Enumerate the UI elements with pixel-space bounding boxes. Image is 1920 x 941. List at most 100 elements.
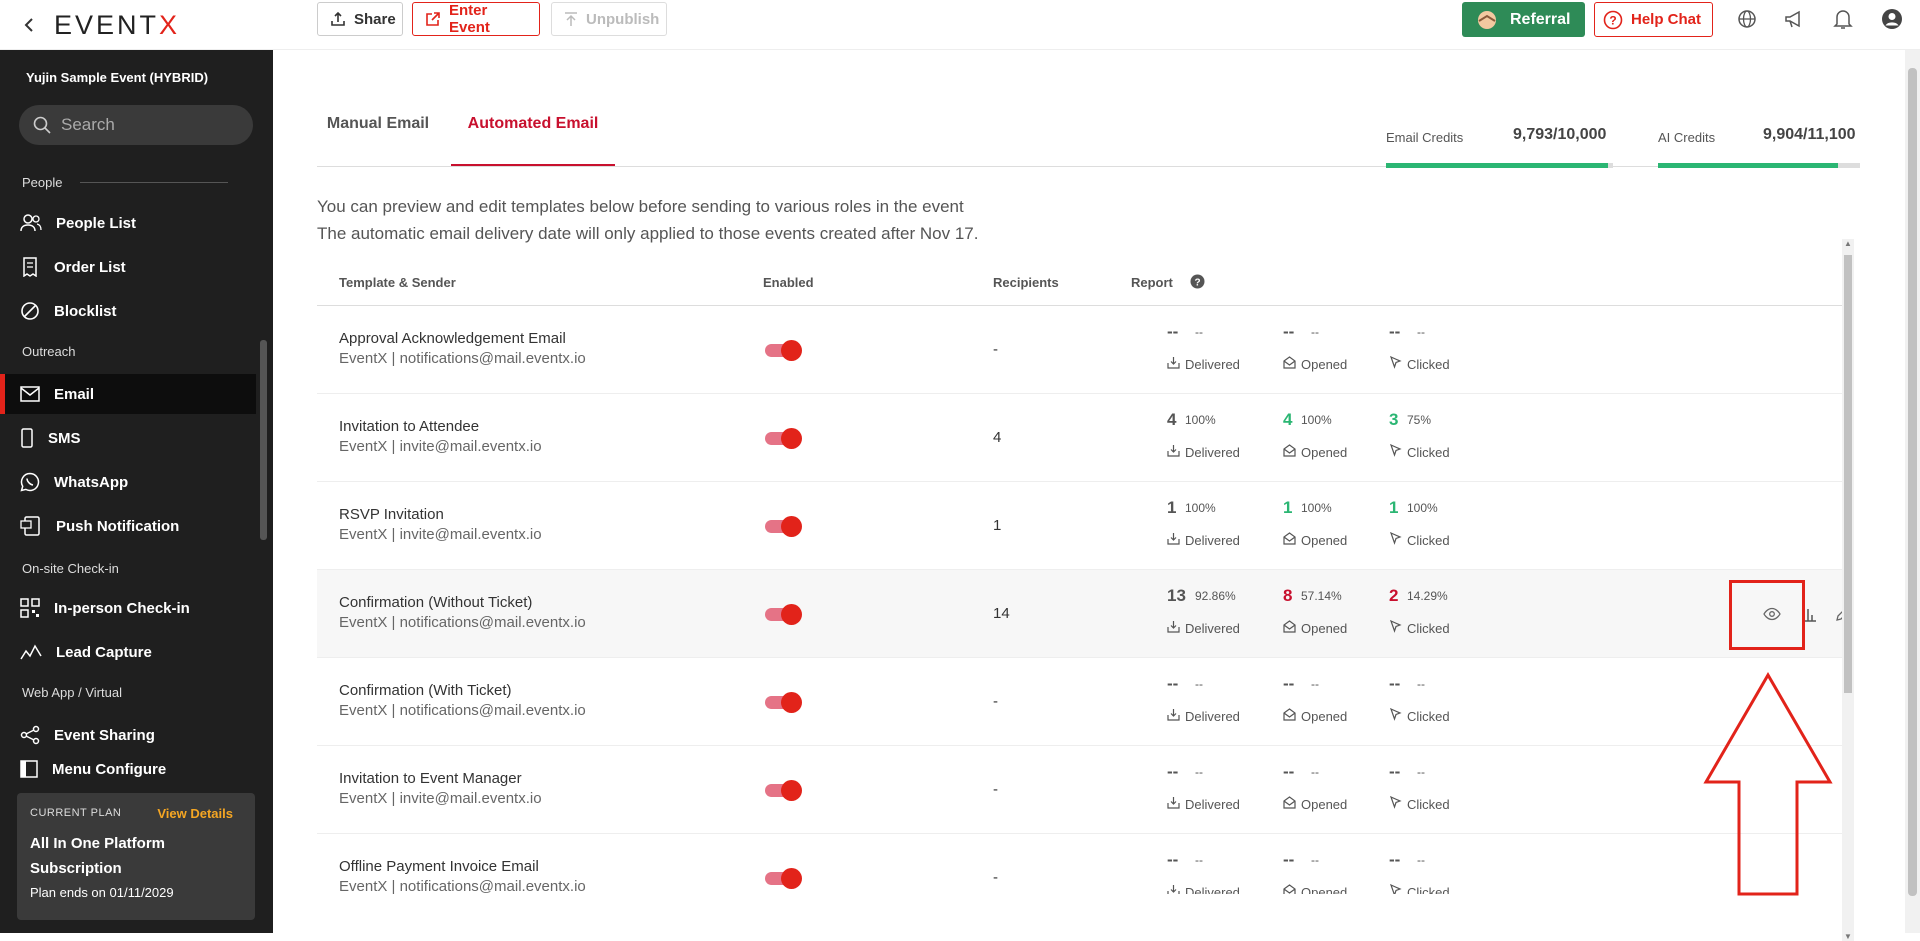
opened-icon [1283,884,1296,894]
phone-icon [21,428,33,448]
section-people-label: People [22,175,63,190]
toggle-knob [781,692,802,713]
table-row[interactable]: Invitation to Event Manager EventX | invi… [317,746,1844,834]
scroll-up-arrow[interactable]: ▲ [1844,239,1852,248]
template-name[interactable]: Approval Acknowledgement Email [339,330,566,347]
help-icon[interactable]: ? [1190,274,1205,292]
sidebar-item-push-notification[interactable]: Push Notification [0,506,256,546]
scroll-down-arrow[interactable]: ▼ [1844,932,1852,941]
table-scrollbar[interactable]: ▲ ▼ [1842,239,1854,941]
sidebar-item-blocklist[interactable]: Blocklist [0,291,256,331]
enabled-toggle[interactable] [763,780,803,801]
report-clicked: 3 75% Clicked [1389,410,1499,470]
delivered-count: -- [1167,322,1179,341]
page-scrollbar-thumb[interactable] [1908,68,1917,896]
sidebar-item-people-list[interactable]: People List [0,203,256,243]
sidebar-scrollbar[interactable] [260,340,267,540]
template-name[interactable]: Invitation to Event Manager [339,770,522,787]
table-row[interactable]: Confirmation (Without Ticket) EventX | no… [317,570,1844,658]
enabled-toggle[interactable] [763,604,803,625]
sidebar-item-email[interactable]: Email [0,374,256,414]
section-divider [80,182,228,183]
top-bar: EVENTX Share Enter Event Unpublish Refer… [0,0,1920,50]
ai-credits-value: 9,904/11,100 [1763,126,1856,143]
section-outreach: Outreach [22,344,75,359]
info-text: You can preview and edit templates below… [317,193,978,247]
bell-icon[interactable] [1831,7,1855,31]
table-row[interactable]: RSVP Invitation EventX | invite@mail.even… [317,482,1844,570]
mail-icon [20,386,40,402]
view-details-link[interactable]: View Details [157,806,233,821]
delivered-label-wrap: Delivered [1167,708,1240,724]
delivered-icon [1167,796,1180,812]
svg-text:?: ? [1194,278,1200,289]
enabled-toggle[interactable] [763,428,803,449]
report-opened: 8 57.14% Opened [1283,586,1393,646]
help-chat-button[interactable]: ? Help Chat [1594,2,1713,37]
user-avatar-icon[interactable] [1880,7,1904,31]
clicked-percent: -- [1417,325,1425,339]
delivered-label: Delivered [1185,708,1240,724]
search-input[interactable]: Search [19,105,253,145]
delivered-icon [1167,532,1180,548]
enabled-toggle[interactable] [763,692,803,713]
section-onsite-label: On-site Check-in [22,561,119,576]
sidebar-item-event-sharing[interactable]: Event Sharing [0,715,256,755]
delivered-label: Delivered [1185,884,1240,895]
tab-automated-email[interactable]: Automated Email [451,115,615,166]
delivered-icon [1167,620,1180,636]
unpublish-button[interactable]: Unpublish [551,2,667,36]
template-name[interactable]: Invitation to Attendee [339,418,479,435]
delivered-label-wrap: Delivered [1167,356,1240,372]
template-name[interactable]: RSVP Invitation [339,506,444,523]
clicked-label: Clicked [1407,356,1450,372]
opened-icon [1283,532,1296,548]
report-delivered: -- -- Delivered [1167,674,1277,734]
lead-icon [20,644,42,660]
chevron-left-icon[interactable] [20,15,40,35]
report-opened: -- -- Opened [1283,322,1393,382]
scrollbar-thumb[interactable] [1844,255,1852,693]
opened-percent: 100% [1301,501,1332,515]
tab-manual-email[interactable]: Manual Email [317,115,439,166]
enabled-toggle[interactable] [763,516,803,537]
page-scrollbar[interactable] [1905,50,1920,933]
sidebar-item-whatsapp[interactable]: WhatsApp [0,462,256,502]
enabled-toggle[interactable] [763,868,803,889]
push-icon [20,516,40,536]
report-delivered: -- -- Delivered [1167,850,1277,894]
megaphone-icon[interactable] [1783,7,1807,31]
clicked-percent: 75% [1407,413,1432,427]
referral-button[interactable]: Referral [1462,2,1585,37]
template-name[interactable]: Offline Payment Invoice Email [339,858,539,875]
opened-label: Opened [1301,708,1348,724]
sidebar-item-lead-capture[interactable]: Lead Capture [0,632,256,672]
report-opened: 4 100% Opened [1283,410,1393,470]
template-name[interactable]: Confirmation (Without Ticket) [339,594,532,611]
table-row[interactable]: Offline Payment Invoice Email EventX | no… [317,834,1844,894]
template-name[interactable]: Confirmation (With Ticket) [339,682,512,699]
sidebar: Yujin Sample Event (HYBRID) Search Peopl… [0,50,273,933]
tab-label: Manual Email [326,115,430,132]
recipients-count: 1 [993,517,1002,534]
sidebar-item-label: Menu Configure [52,760,167,778]
globe-icon[interactable] [1735,7,1759,31]
clicked-count: 2 [1389,586,1399,605]
delivered-label: Delivered [1185,444,1240,460]
enter-event-button[interactable]: Enter Event [412,2,540,36]
clicked-label-wrap: Clicked [1389,707,1450,724]
clicked-label-wrap: Clicked [1389,443,1450,460]
sidebar-item-menu-configure[interactable]: Menu Configure [0,758,256,780]
sidebar-item-label: Email [54,385,95,403]
sidebar-item-sms[interactable]: SMS [0,418,256,458]
report-clicked: -- -- Clicked [1389,322,1499,382]
enabled-toggle[interactable] [763,340,803,361]
sidebar-item-in-person-check-in[interactable]: In-person Check-in [0,588,256,628]
table-row[interactable]: Invitation to Attendee EventX | invite@ma… [317,394,1844,482]
table-row[interactable]: Confirmation (With Ticket) EventX | notif… [317,658,1844,746]
eventx-logo[interactable]: EVENTX [54,10,180,41]
sidebar-item-order-list[interactable]: Order List [0,247,256,287]
share-button[interactable]: Share [317,2,403,36]
table-row[interactable]: Approval Acknowledgement Email EventX | n… [317,306,1844,394]
col-report: Report [1131,275,1173,290]
